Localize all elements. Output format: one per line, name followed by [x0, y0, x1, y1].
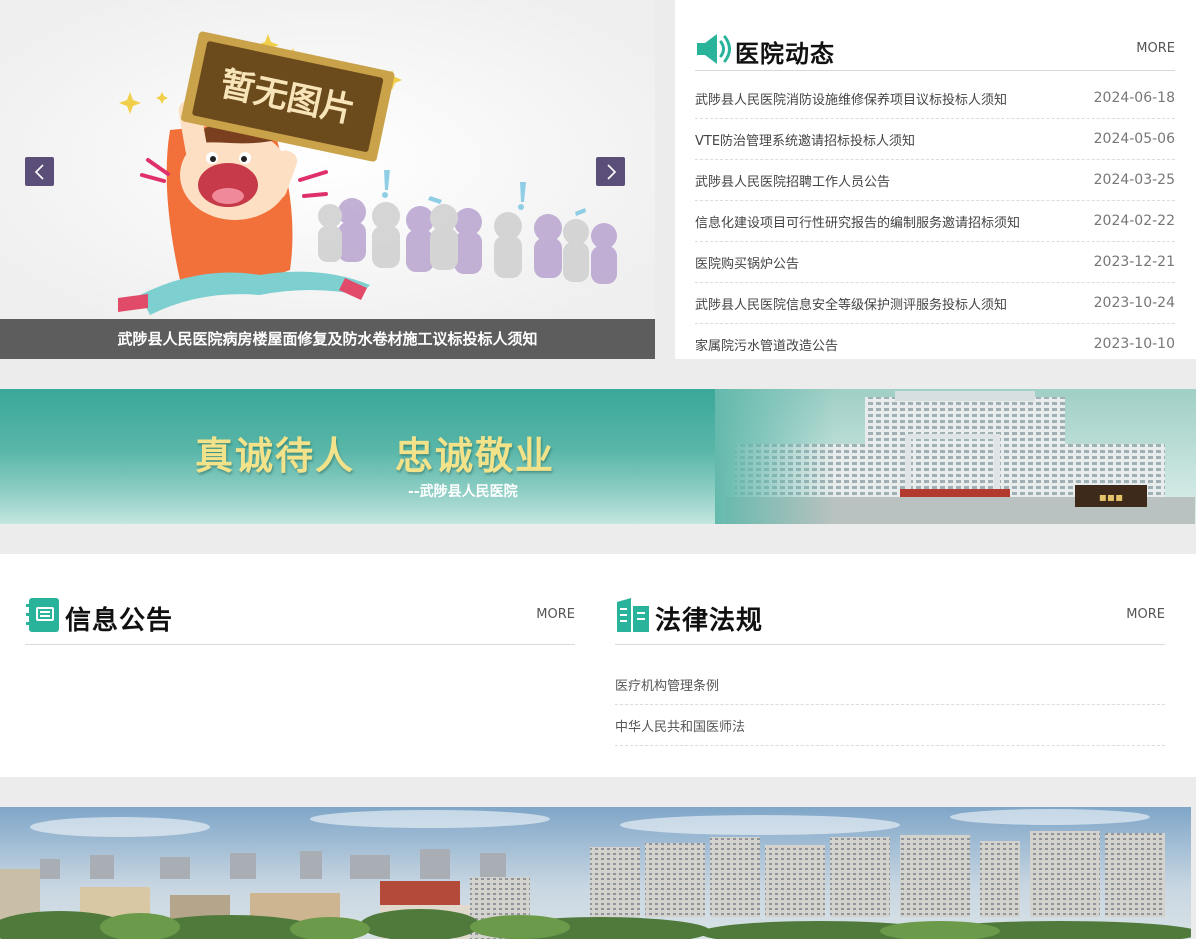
news-item-title[interactable]: 武陟县人民医院招聘工作人员公告: [695, 171, 890, 190]
news-item-title[interactable]: VTE防治管理系统邀请招标投标人须知: [695, 130, 915, 149]
news-list-item[interactable]: 信息化建设项目可行性研究报告的编制服务邀请招标须知 2024-02-22: [695, 201, 1175, 242]
hospital-news-panel: 医院动态 MORE 武陟县人民医院消防设施维修保养项目议标投标人须知 2024-0…: [675, 0, 1196, 359]
news-item-date: 2023-10-10: [1093, 336, 1175, 352]
slider-next-button[interactable]: [596, 157, 625, 186]
news-panel-title: 医院动态: [735, 40, 835, 68]
placeholder-illustration: 暂无图片: [0, 0, 655, 320]
notice-more-link[interactable]: MORE: [536, 607, 575, 622]
notice-panel-title: 信息公告: [65, 606, 174, 636]
law-item-title[interactable]: 中华人民共和国医师法: [615, 716, 745, 735]
news-item-date: 2023-12-21: [1093, 254, 1175, 270]
news-list-item[interactable]: 医院购买锅炉公告 2023-12-21: [695, 242, 1175, 283]
news-item-title[interactable]: 家属院污水管道改造公告: [695, 335, 838, 354]
law-panel-title: 法律法规: [655, 606, 764, 636]
notice-panel-header: 信息公告 MORE: [25, 594, 575, 645]
news-item-date: 2024-02-22: [1093, 213, 1175, 229]
news-item-date: 2024-03-25: [1093, 172, 1175, 188]
notebook-icon: [26, 598, 59, 632]
law-panel-header: 法律法规 MORE: [615, 594, 1165, 645]
chevron-right-icon: [606, 163, 616, 180]
svg-text:▪▪▪: ▪▪▪: [1099, 490, 1123, 504]
city-skyline-photo: [0, 807, 1191, 939]
speaker-icon: [697, 34, 731, 64]
hospital-building-photo: ▪▪▪: [715, 389, 1196, 524]
chevron-left-icon: [34, 163, 44, 180]
image-slider[interactable]: 暂无图片 武陟县人民医院病房楼屋面修复及防水卷材施工议标投标人须知: [0, 0, 655, 359]
news-item-title[interactable]: 医院购买锅炉公告: [695, 253, 799, 272]
news-list-item[interactable]: VTE防治管理系统邀请招标投标人须知 2024-05-06: [695, 119, 1175, 160]
news-list-item[interactable]: 武陟县人民医院信息安全等级保护测评服务投标人须知 2023-10-24: [695, 283, 1175, 324]
slider-prev-button[interactable]: [25, 157, 54, 186]
news-list-item[interactable]: 家属院污水管道改造公告 2023-10-10: [695, 324, 1175, 359]
news-panel-header: 医院动态 MORE: [695, 30, 1175, 71]
law-item-title[interactable]: 医疗机构管理条例: [615, 675, 719, 694]
news-item-title[interactable]: 武陟县人民医院消防设施维修保养项目议标投标人须知: [695, 89, 1007, 108]
news-item-date: 2024-06-18: [1093, 90, 1175, 106]
banner-slogan: 真诚待人 忠诚敬业: [195, 433, 556, 478]
lower-section: 信息公告 MORE 法律法规 MORE 医疗机构管理条例 中华人民共和国医师法: [0, 554, 1196, 777]
law-more-link[interactable]: MORE: [1126, 607, 1165, 622]
news-item-date: 2023-10-24: [1093, 295, 1175, 311]
news-more-link[interactable]: MORE: [1136, 41, 1175, 56]
news-item-title[interactable]: 武陟县人民医院信息安全等级保护测评服务投标人须知: [695, 294, 1007, 313]
law-list-item[interactable]: 医疗机构管理条例: [615, 664, 1165, 705]
law-book-icon: [617, 598, 649, 632]
news-list-item[interactable]: 武陟县人民医院消防设施维修保养项目议标投标人须知 2024-06-18: [695, 78, 1175, 119]
news-list: 武陟县人民医院消防设施维修保养项目议标投标人须知 2024-06-18 VTE防治…: [695, 78, 1175, 359]
news-item-title[interactable]: 信息化建设项目可行性研究报告的编制服务邀请招标须知: [695, 212, 1020, 231]
news-list-item[interactable]: 武陟县人民医院招聘工作人员公告 2024-03-25: [695, 160, 1175, 201]
law-list-item[interactable]: 中华人民共和国医师法: [615, 705, 1165, 746]
banner-signature: --武陟县人民医院: [408, 484, 518, 500]
news-item-date: 2024-05-06: [1093, 131, 1175, 147]
law-list: 医疗机构管理条例 中华人民共和国医师法: [615, 664, 1165, 746]
slogan-banner: 真诚待人 忠诚敬业 --武陟县人民医院 ▪▪▪: [0, 389, 1196, 524]
slider-caption[interactable]: 武陟县人民医院病房楼屋面修复及防水卷材施工议标投标人须知: [0, 319, 655, 359]
